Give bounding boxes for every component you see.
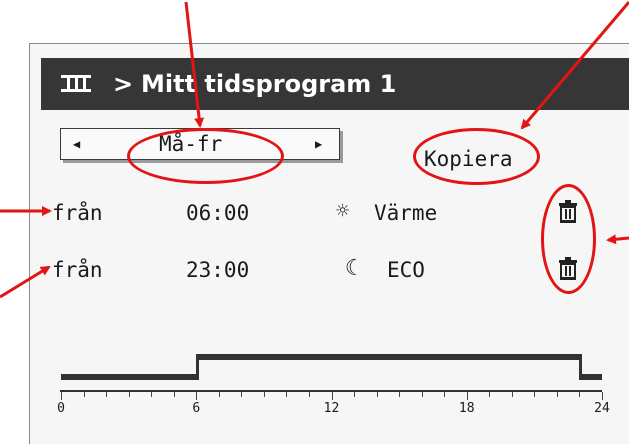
timeline-tick bbox=[489, 392, 491, 397]
timeline-tick bbox=[354, 392, 356, 397]
highlight-delete-icons bbox=[541, 184, 596, 294]
timeline-tick bbox=[579, 392, 581, 397]
timeline-tick bbox=[61, 392, 62, 400]
timeline-tick-label: 24 bbox=[594, 401, 610, 416]
from-label: från bbox=[52, 258, 103, 282]
timeline-tick bbox=[376, 392, 378, 397]
timeline-segment bbox=[61, 374, 197, 380]
timeline-tick bbox=[106, 392, 108, 397]
timeline-tick bbox=[331, 392, 333, 400]
triangle-left-icon[interactable]: ◀ bbox=[73, 129, 80, 159]
highlight-day-selector bbox=[127, 128, 284, 184]
timeline-tick-label: 6 bbox=[192, 401, 201, 416]
timeline-tick bbox=[241, 392, 243, 397]
switch-time[interactable]: 23:00 bbox=[186, 257, 249, 283]
sun-icon: ☼ bbox=[336, 199, 350, 224]
timeline-tick bbox=[511, 392, 513, 397]
timeline-segment bbox=[579, 374, 602, 380]
timeline-tick bbox=[534, 392, 536, 397]
moon-icon: ☾ bbox=[345, 256, 359, 281]
timeline-tick-label: 18 bbox=[458, 401, 475, 416]
menu-icon[interactable] bbox=[59, 58, 97, 128]
timeline-tick-label: 12 bbox=[323, 401, 340, 416]
switch-time[interactable]: 06:00 bbox=[186, 200, 249, 226]
timeline-tick bbox=[286, 392, 288, 397]
timeline-tick bbox=[308, 392, 310, 397]
highlight-copy-button bbox=[413, 128, 540, 185]
timeline-tick bbox=[602, 392, 603, 400]
timeline-tick-label: 0 bbox=[57, 401, 65, 416]
timeline-segment bbox=[196, 354, 580, 360]
triangle-right-icon[interactable]: ▶ bbox=[315, 129, 322, 159]
timeline-tick bbox=[196, 392, 198, 400]
timeline-tick bbox=[151, 392, 153, 397]
timeline-transition bbox=[196, 354, 200, 380]
timeline-tick bbox=[444, 392, 446, 397]
mode-label[interactable]: Värme bbox=[374, 200, 437, 226]
timeline-transition bbox=[579, 354, 583, 380]
timeline-tick bbox=[421, 392, 423, 397]
timeline-tick bbox=[556, 392, 558, 397]
title-bar: > Mitt tidsprogram 1 bbox=[41, 58, 629, 110]
timeline-tick bbox=[263, 392, 265, 397]
timeline-tick bbox=[128, 392, 130, 397]
mode-label[interactable]: ECO bbox=[387, 257, 425, 283]
timeline-tick bbox=[218, 392, 220, 397]
page-title: Mitt tidsprogram 1 bbox=[141, 70, 397, 98]
breadcrumb-separator: > bbox=[113, 70, 134, 98]
from-label: från bbox=[52, 201, 103, 225]
timeline-tick bbox=[173, 392, 175, 397]
timeline-tick bbox=[399, 392, 401, 397]
timeline-tick bbox=[466, 392, 468, 400]
timeline-tick bbox=[83, 392, 85, 397]
